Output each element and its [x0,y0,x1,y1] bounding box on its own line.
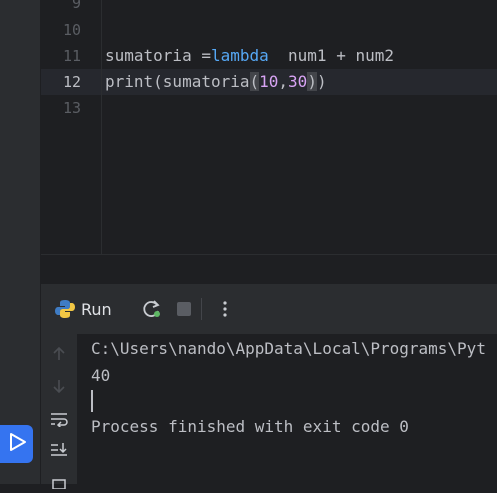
expression: num1 + num2 [268,46,394,65]
close-paren: ) [307,72,317,91]
comma: , [278,72,289,91]
run-icon [6,431,28,457]
left-tool-strip [0,0,40,484]
lambda-keyword: lambda [210,46,269,65]
run-tab-title[interactable]: Run [81,300,112,319]
code-line-12[interactable]: print(sumatoria(10,30)) [105,72,327,91]
more-icon[interactable] [222,300,228,322]
console-output[interactable]: C:\Users\nando\AppData\Local\Programs\Py… [41,334,497,490]
editor-bottom-area [41,254,497,285]
close-print-paren: ) [316,72,327,91]
console-actions [41,334,77,490]
number-literal: 30 [288,72,308,91]
console-line: 40 [91,366,111,385]
python-icon [55,299,75,323]
number-literal: 10 [259,72,279,91]
line-number: 10 [62,21,81,39]
call-prefix: print(sumatoria [105,72,250,91]
scroll-up-icon[interactable] [51,346,67,366]
run-tool-window-button[interactable] [0,425,33,463]
open-paren: ( [249,72,260,91]
scroll-to-end-icon[interactable] [50,442,68,462]
code-line-11[interactable]: sumatoria =lambda num1 + num2 [105,46,394,65]
line-number: 13 [62,99,81,117]
toolbar-separator [201,298,202,320]
rerun-icon[interactable] [142,299,162,323]
gutter-separator [101,0,102,254]
soft-wrap-icon[interactable] [50,411,68,431]
line-number: 12 [62,73,81,91]
console-line: C:\Users\nando\AppData\Local\Programs\Py… [91,339,486,358]
text-cursor [91,390,93,412]
run-panel-header: Run [41,284,497,334]
assign-operator: = [201,46,211,65]
variable-name: sumatoria [105,46,202,65]
line-number: 11 [62,47,81,65]
stop-icon[interactable] [176,301,192,321]
scroll-down-icon[interactable] [51,378,67,398]
console-line: Process finished with exit code 0 [91,417,409,436]
line-number: 9 [71,0,81,12]
code-editor[interactable]: 9 10 11 12 13 sumatoria =lambda num1 + n… [41,0,497,254]
line-gutter: 9 10 11 12 13 [41,0,101,254]
